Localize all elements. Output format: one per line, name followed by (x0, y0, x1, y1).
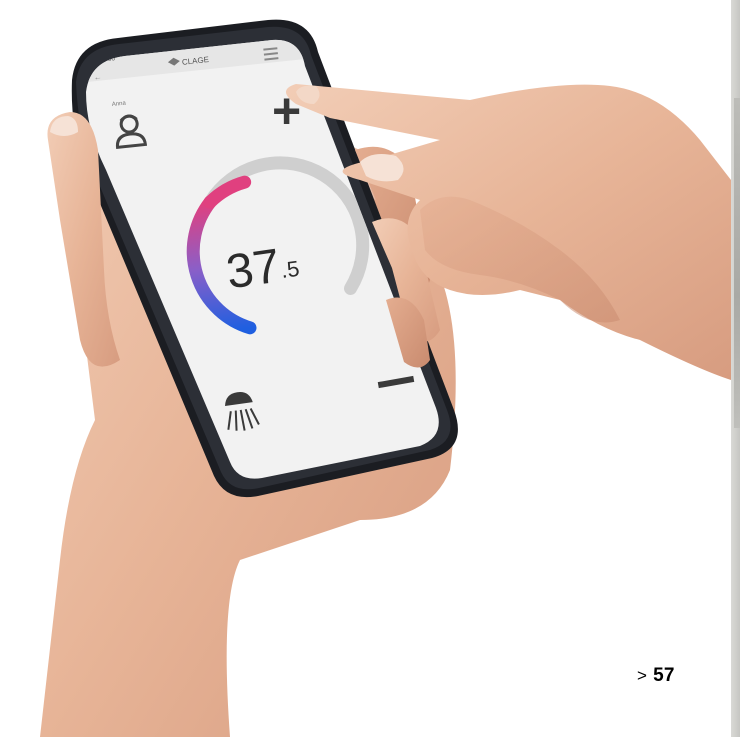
menu-icon[interactable] (263, 47, 279, 61)
chevron-right-icon: > (637, 666, 648, 685)
back-icon[interactable]: ← (93, 72, 102, 82)
page-number-value: 57 (653, 665, 675, 686)
temperature-integer: 37 (223, 240, 283, 300)
temperature-decimal: .5 (279, 256, 301, 283)
photo-scene: 12:30 CLAGE ← Anna + 37 . (40, 19, 731, 737)
page-number: >57 (637, 665, 675, 687)
